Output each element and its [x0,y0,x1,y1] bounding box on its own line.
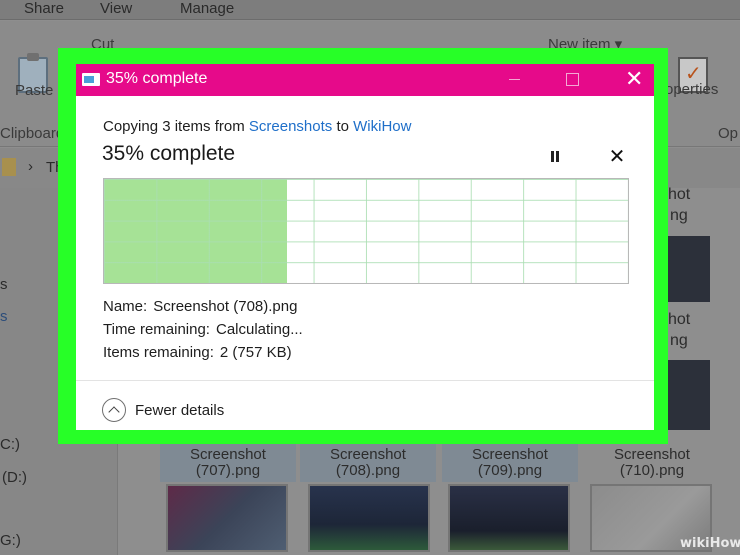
file-name: ng [670,207,688,224]
detail-time: Time remaining: Calculating... [103,321,303,338]
close-icon: ✕ [625,66,644,91]
breadcrumb-chevron-icon: › [28,158,33,175]
file-name: (707).png [195,462,261,479]
file-name: (709).png [477,462,543,479]
time-remaining-value: Calculating... [215,321,303,338]
progress-heading: 35% complete [102,142,236,165]
nav-item-drive-c[interactable]: C:) [0,436,20,453]
file-name: (708).png [335,462,401,479]
file-name: hot [668,311,691,328]
dialog-titlebar[interactable]: 35% complete ✕ [76,64,654,96]
nav-item[interactable]: s [0,308,8,325]
ribbon-tabs: Share View Manage [0,0,740,20]
tab-view[interactable]: View [100,0,132,20]
file-thumbnail[interactable] [308,484,430,552]
time-remaining-label: Time remaining: [103,321,210,338]
tab-share[interactable]: Share [24,0,64,20]
file-name: hot [668,186,691,203]
nav-item[interactable]: s [0,276,8,293]
copy-summary: Copying 3 items from Screenshots to Wiki… [103,118,411,135]
dialog-title: 35% complete [106,70,208,87]
items-remaining-label: Items remaining: [103,344,214,361]
tab-manage[interactable]: Manage [180,0,234,20]
cancel-button[interactable]: ✕ [606,146,628,168]
file-name: (710).png [619,462,685,479]
paste-label[interactable]: Paste [15,82,53,99]
progress-gridlines [104,179,628,283]
detail-name: Name: Screenshot (708).png [103,298,297,315]
destination-folder-link[interactable]: WikiHow [353,118,411,135]
file-name: Screenshot [330,446,406,463]
file-thumbnail[interactable] [668,360,710,430]
file-thumbnail[interactable] [668,236,710,302]
copy-dialog-icon [82,73,100,86]
minimize-button[interactable] [494,64,534,96]
detail-items: Items remaining: 2 (757 KB) [103,344,292,361]
open-group-label: Op [718,125,739,142]
file-name: Screenshot [190,446,266,463]
file-thumbnail[interactable] [448,484,570,552]
progress-graph [103,178,629,284]
file-name: ng [670,332,688,349]
clipboard-group-label: Clipboard [0,125,65,142]
properties-label[interactable]: roperties [660,81,718,98]
name-label: Name: [103,298,148,315]
maximize-button [552,64,592,96]
chevron-up-icon[interactable] [102,398,126,422]
wikihow-watermark: wikiHow [680,536,740,551]
file-name: Screenshot [614,446,690,463]
file-name: Screenshot [472,446,548,463]
items-remaining-value: 2 (757 KB) [219,344,292,361]
copy-mid-text: to [332,118,354,135]
copy-progress-dialog: 35% complete ✕ Copying 3 items from Scre… [76,64,654,430]
source-folder-link[interactable]: Screenshots [249,118,332,135]
copy-prefix-text: Copying 3 items from [103,118,249,135]
divider [76,380,654,381]
nav-item-drive-g[interactable]: G:) [0,532,21,549]
pause-icon [551,151,559,162]
cancel-icon: ✕ [608,146,626,168]
close-button[interactable]: ✕ [612,64,652,96]
pause-button[interactable] [544,146,566,168]
fewer-details-label[interactable]: Fewer details [135,402,224,419]
file-thumbnail[interactable] [166,484,288,552]
folder-icon [2,158,16,176]
nav-item-drive-d[interactable]: (D:) [2,469,27,486]
name-value: Screenshot (708).png [153,298,298,315]
